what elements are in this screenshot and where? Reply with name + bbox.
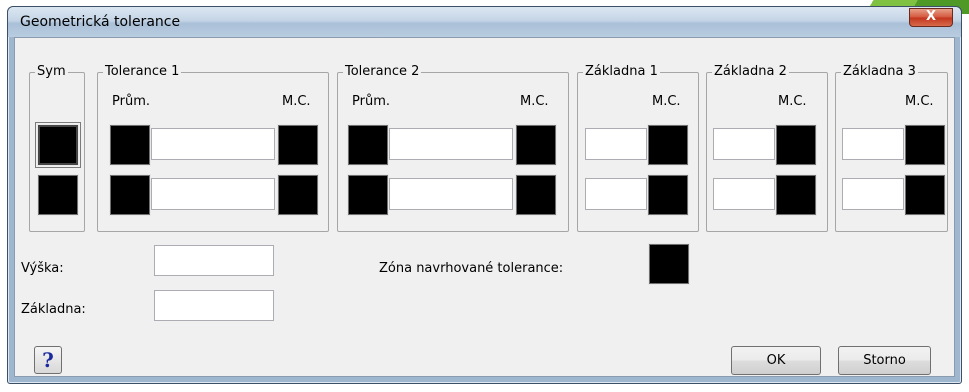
datum2-value-field-2[interactable] — [713, 178, 775, 210]
datum3-mc-swatch-2[interactable] — [904, 174, 946, 216]
dialog-title: Geometrická tolerance — [20, 14, 181, 30]
tol2-dia-swatch-2[interactable] — [347, 174, 389, 216]
datum1-value-field-2[interactable] — [585, 178, 647, 210]
group-datum-3-label: Základna 3 — [841, 64, 918, 79]
tol1-dia-header: Prům. — [112, 94, 150, 109]
datum-identifier-field[interactable] — [154, 290, 274, 321]
sym-swatch-1[interactable] — [37, 124, 79, 166]
tol1-value-field-1[interactable] — [151, 128, 275, 160]
close-button[interactable]: X — [909, 8, 953, 27]
ok-button[interactable]: OK — [731, 346, 821, 375]
datum1-mc-header: M.C. — [652, 94, 681, 109]
group-tolerance-1-label: Tolerance 1 — [103, 64, 182, 79]
datum1-value-field-1[interactable] — [585, 128, 647, 160]
projected-tolerance-zone-swatch[interactable] — [648, 243, 690, 285]
group-tolerance-2-label: Tolerance 2 — [343, 64, 422, 79]
datum2-value-field-1[interactable] — [713, 128, 775, 160]
tol1-dia-swatch-2[interactable] — [109, 174, 151, 216]
close-icon: X — [925, 9, 937, 24]
tol2-dia-header: Prům. — [352, 94, 390, 109]
projected-tolerance-zone-label: Zóna navrhované tolerance: — [379, 261, 564, 276]
cancel-button[interactable]: Storno — [838, 346, 931, 375]
tol2-value-field-1[interactable] — [389, 128, 513, 160]
tol1-mc-header: M.C. — [282, 94, 311, 109]
datum3-value-field-2[interactable] — [842, 178, 904, 210]
tol2-mc-header: M.C. — [520, 94, 549, 109]
datum3-value-field-1[interactable] — [842, 128, 904, 160]
datum3-mc-swatch-1[interactable] — [904, 124, 946, 166]
group-datum-2-label: Základna 2 — [712, 64, 789, 79]
group-datum-1-label: Základna 1 — [583, 64, 660, 79]
dialog-window: Geometrická tolerance X Sym Tolerance 1 … — [7, 6, 962, 384]
tol1-value-field-2[interactable] — [151, 178, 275, 210]
tol1-mc-swatch-1[interactable] — [277, 124, 319, 166]
group-sym-label: Sym — [35, 64, 68, 79]
tol2-mc-swatch-2[interactable] — [515, 174, 557, 216]
help-icon: ? — [42, 348, 54, 372]
tol2-value-field-2[interactable] — [389, 178, 513, 210]
tol2-dia-swatch-1[interactable] — [347, 124, 389, 166]
datum3-mc-header: M.C. — [905, 94, 934, 109]
datum1-mc-swatch-2[interactable] — [647, 174, 689, 216]
title-bar[interactable]: Geometrická tolerance X — [8, 7, 961, 37]
height-field[interactable] — [154, 245, 274, 276]
datum2-mc-swatch-2[interactable] — [775, 174, 817, 216]
dialog-client-area: Sym Tolerance 1 Prům. M.C. Tolerance 2 P… — [14, 37, 955, 377]
tol2-mc-swatch-1[interactable] — [515, 124, 557, 166]
tol1-dia-swatch-1[interactable] — [109, 124, 151, 166]
datum-label: Základna: — [21, 302, 86, 317]
help-button[interactable]: ? — [34, 346, 62, 374]
height-label: Výška: — [21, 261, 64, 276]
tol1-mc-swatch-2[interactable] — [277, 174, 319, 216]
sym-swatch-2[interactable] — [37, 174, 79, 216]
datum1-mc-swatch-1[interactable] — [647, 124, 689, 166]
datum2-mc-header: M.C. — [778, 94, 807, 109]
datum2-mc-swatch-1[interactable] — [775, 124, 817, 166]
